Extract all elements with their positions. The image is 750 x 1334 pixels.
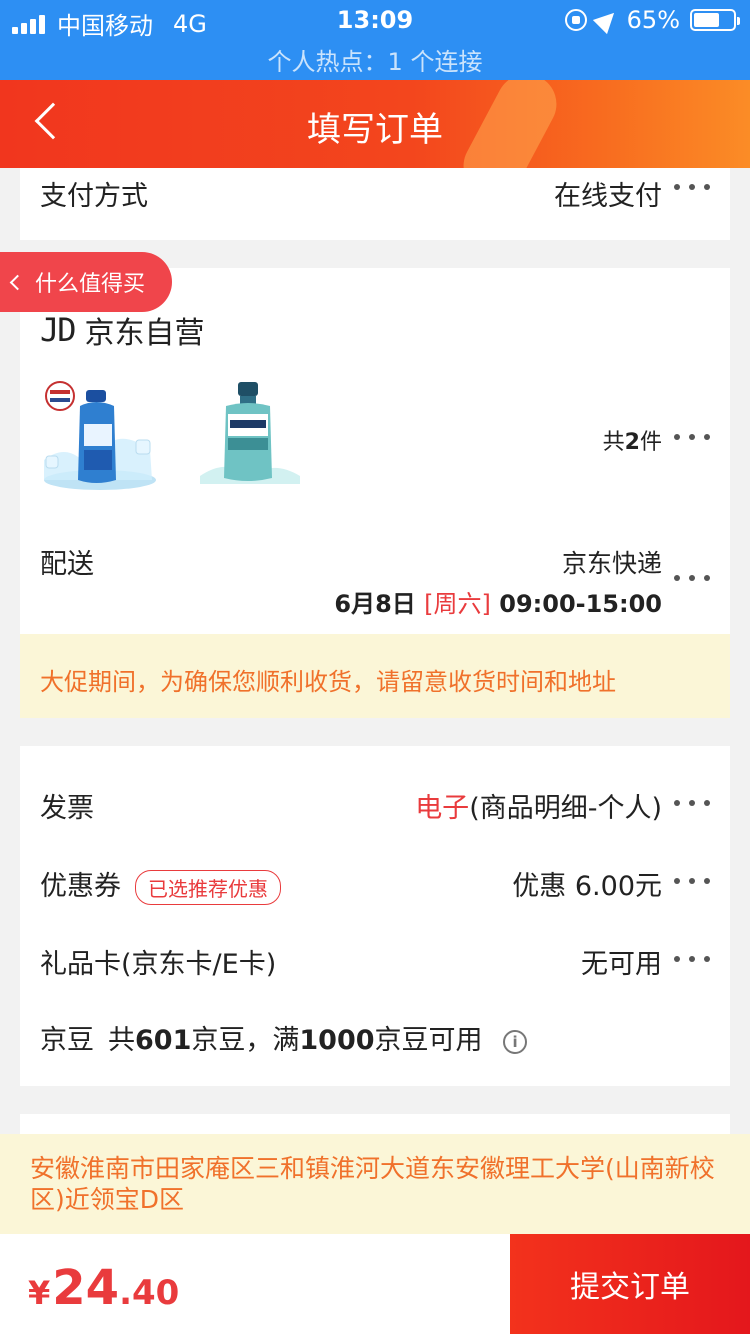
gift-card-value[interactable]: 无可用	[581, 942, 662, 981]
total-price: ¥ 24 .40	[28, 1260, 179, 1316]
delivery-weekday: [周六]	[424, 590, 491, 618]
gift-card-label: 礼品卡(京东卡/E卡)	[40, 949, 277, 980]
whats-worth-buying-tag[interactable]: 什么值得买	[0, 252, 172, 312]
more-dots-icon[interactable]	[674, 876, 710, 886]
coupon-value[interactable]: 优惠 6.00元	[512, 864, 662, 903]
delivery-method[interactable]: 京东快递	[562, 544, 662, 580]
chevron-left-icon	[9, 274, 26, 290]
price-decimal: .40	[119, 1273, 180, 1313]
jd-logo-icon: JD	[40, 311, 77, 349]
location-icon	[592, 5, 621, 35]
shipping-address-bar: 安徽淮南市田家庵区三和镇淮河大道东安徽理工大学(山南新校区)近领宝D区	[0, 1134, 750, 1234]
item-count[interactable]: 共2件	[603, 424, 662, 456]
checkout-bar: ¥ 24 .40 提交订单	[0, 1234, 750, 1334]
more-dots-icon[interactable]	[674, 432, 710, 442]
order-options-card: 发票 电子(商品明细-个人) 优惠券 已选推荐优惠 优惠 6.00元 礼品卡(京东…	[20, 746, 730, 1086]
jingdou-threshold: 1000	[299, 1025, 375, 1056]
floating-tag-label: 什么值得买	[35, 272, 146, 297]
more-dots-icon[interactable]	[674, 798, 710, 808]
coupon-label: 优惠券	[40, 871, 121, 902]
more-dots-icon[interactable]	[674, 954, 710, 964]
shop-name: 京东自营	[84, 316, 205, 351]
status-bar: 中国移动 4G 13:09 65% 个人热点：1 个连接	[0, 0, 750, 80]
shop-header: JD 京东自营	[40, 308, 205, 352]
delivery-time-range: 09:00-15:00	[499, 590, 662, 618]
mouthwash-blue-image	[44, 381, 156, 490]
currency-symbol: ¥	[28, 1274, 51, 1312]
delivery-time[interactable]: 6月8日 [周六] 09:00-15:00	[334, 584, 662, 619]
jingdou-row: 京豆 共601京豆，满1000京豆可用 i	[40, 1018, 528, 1057]
price-integer: 24	[52, 1260, 120, 1316]
next-card-edge	[20, 1114, 730, 1134]
invoice-label: 发票	[40, 793, 94, 824]
hotspot-status[interactable]: 个人热点：1 个连接	[0, 42, 750, 77]
status-right: 65%	[564, 5, 740, 35]
submit-order-button[interactable]: 提交订单	[510, 1234, 750, 1334]
jingdou-total: 601	[135, 1025, 192, 1056]
battery-percent: 65%	[626, 6, 680, 34]
mouthwash-teal-image	[200, 382, 300, 484]
product-thumbnail-2[interactable]	[190, 380, 306, 496]
more-dots-icon[interactable]	[674, 573, 710, 583]
shop-card: JD 京东自营 共2件 配送 京东快递 6月8日 [周六] 09:00-15:0…	[20, 268, 730, 634]
page-title: 填写订单	[307, 110, 443, 150]
invoice-detail: (商品明细-个人)	[469, 793, 662, 824]
delivery-date: 6月8日	[334, 590, 416, 618]
product-thumbnail-1[interactable]	[40, 380, 156, 496]
rotation-lock-icon	[564, 9, 587, 31]
payment-method-card[interactable]: 支付方式 在线支付	[20, 168, 730, 240]
jingdou-label: 京豆	[40, 1025, 94, 1056]
more-dots-icon[interactable]	[674, 182, 710, 192]
invoice-type: 电子	[415, 793, 470, 824]
battery-icon	[690, 9, 740, 31]
invoice-value[interactable]: 电子(商品明细-个人)	[415, 786, 662, 825]
payment-label: 支付方式	[40, 181, 148, 212]
item-count-number: 2	[624, 430, 640, 455]
promo-notice: 大促期间，为确保您顺利收货，请留意收货时间和地址	[20, 634, 730, 718]
payment-value: 在线支付	[554, 181, 662, 212]
coupon-badge: 已选推荐优惠	[135, 870, 281, 905]
coupon-row-label: 优惠券 已选推荐优惠	[40, 864, 281, 905]
info-icon[interactable]: i	[503, 1029, 528, 1054]
delivery-label: 配送	[40, 549, 94, 580]
nav-bar: 填写订单	[0, 80, 750, 168]
